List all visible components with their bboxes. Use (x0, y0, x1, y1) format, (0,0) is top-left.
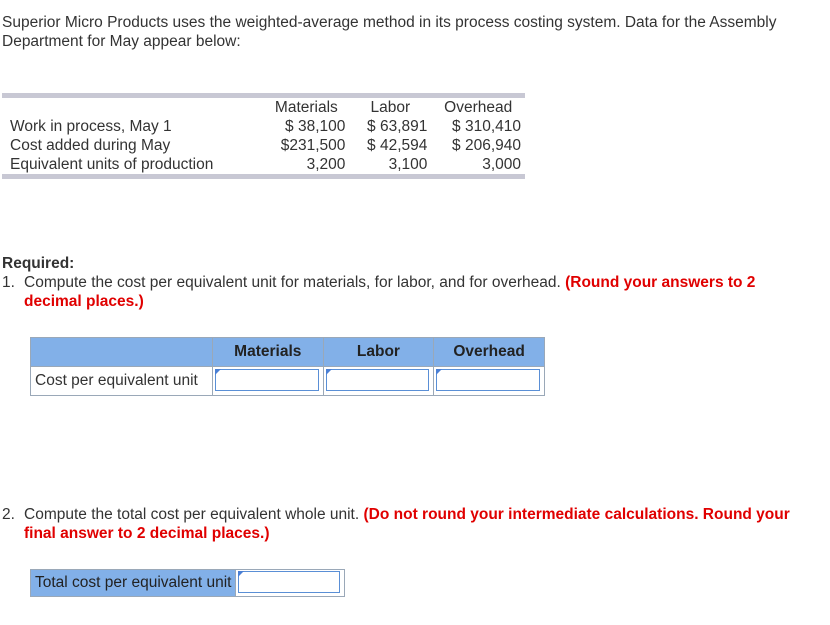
answer-row-label: Cost per equivalent unit (30, 366, 213, 396)
cell-labor: 3,100 (388, 156, 428, 173)
answer-header-labor: Labor (322, 337, 435, 367)
header-overhead: Overhead (444, 99, 513, 116)
question-2: 2. Compute the total cost per equivalent… (2, 505, 802, 543)
cell-labor: $ 63,891 (367, 118, 428, 135)
data-table-header-row: Materials Labor Overhead (2, 98, 525, 117)
row-label: Work in process, May 1 (10, 118, 172, 135)
answer-grid-2: Total cost per equivalent unit (29, 569, 346, 597)
input-flag-icon (325, 369, 332, 375)
required-section: Required: 1. Compute the cost per equiva… (2, 254, 802, 311)
input-flag-icon (238, 571, 245, 577)
cell-overhead: 3,000 (482, 156, 521, 173)
labor-cost-input[interactable] (325, 369, 430, 391)
answer-header-materials: Materials (211, 337, 324, 367)
cell-labor: $ 42,594 (367, 137, 428, 154)
header-labor: Labor (370, 99, 411, 116)
cell-overhead: $ 206,940 (452, 137, 521, 154)
total-cost-input[interactable] (238, 571, 341, 593)
table-row: Work in process, May 1 $ 38,100 $ 63,891… (2, 117, 525, 136)
answer-row: Cost per equivalent unit (30, 366, 545, 396)
question-2-text: Compute the total cost per equivalent wh… (24, 506, 360, 523)
question-1-number: 1. (2, 274, 15, 291)
cell-materials: $231,500 (280, 137, 346, 154)
answer-header-overhead: Overhead (433, 337, 545, 367)
cell-materials: $ 38,100 (285, 118, 346, 135)
header-materials: Materials (274, 99, 338, 116)
input-flag-icon (214, 369, 221, 375)
question-1-text: Compute the cost per equivalent unit for… (24, 274, 561, 291)
overhead-cost-input[interactable] (436, 369, 540, 391)
answer-grid-1-header: Materials Labor Overhead (30, 337, 545, 367)
intro-paragraph: Superior Micro Products uses the weighte… (2, 14, 777, 50)
table-row: Cost added during May $231,500 $ 42,594 … (2, 136, 525, 155)
answer-grid-1: Materials Labor Overhead Cost per equiva… (30, 337, 545, 396)
cell-overhead: $ 310,410 (452, 118, 521, 135)
required-title: Required: (2, 255, 75, 272)
input-flag-icon (436, 369, 443, 375)
question-2-number: 2. (2, 506, 15, 523)
row-label: Equivalent units of production (10, 156, 214, 173)
total-cost-label: Total cost per equivalent unit (29, 569, 237, 597)
cell-materials: 3,200 (306, 156, 346, 173)
table-row: Equivalent units of production 3,200 3,1… (2, 155, 525, 174)
question-1: 1. Compute the cost per equivalent unit … (2, 273, 802, 311)
answer-row: Total cost per equivalent unit (29, 569, 346, 597)
cost-data-table: Materials Labor Overhead Work in process… (2, 93, 525, 179)
row-label: Cost added during May (10, 137, 171, 154)
question-2-section: 2. Compute the total cost per equivalent… (2, 505, 802, 543)
materials-cost-input[interactable] (214, 369, 319, 391)
